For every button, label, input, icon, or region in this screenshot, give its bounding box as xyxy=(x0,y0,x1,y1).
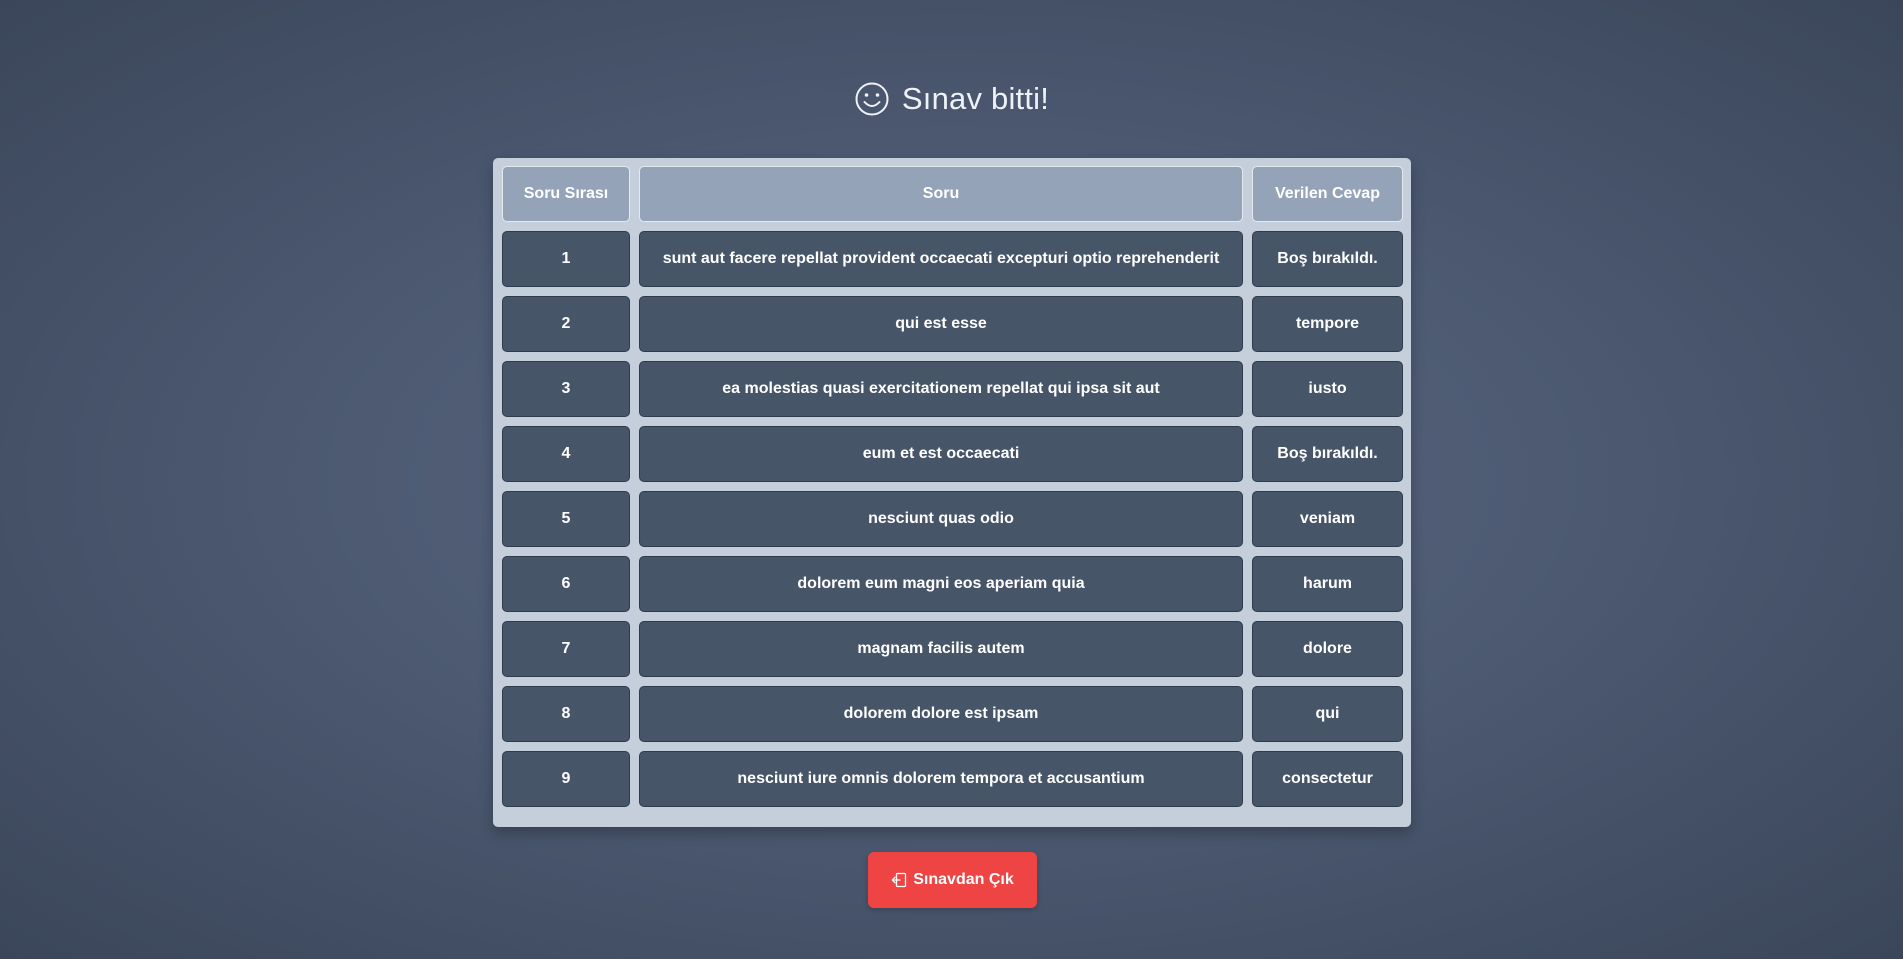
page-header: Sınav bitti! xyxy=(0,76,1903,122)
table-header-row: Soru Sırası Soru Verilen Cevap xyxy=(502,166,1403,222)
question-text-cell: dolorem eum magni eos aperiam quia xyxy=(639,556,1243,612)
given-answer-cell: Boş bırakıldı. xyxy=(1252,426,1403,482)
question-text-cell: nesciunt quas odio xyxy=(639,491,1243,547)
question-order-cell: 9 xyxy=(502,751,630,807)
given-answer-cell: tempore xyxy=(1252,296,1403,352)
logout-icon xyxy=(891,872,907,888)
given-answer-cell: iusto xyxy=(1252,361,1403,417)
column-header-question: Soru xyxy=(639,166,1243,222)
question-text-cell: sunt aut facere repellat provident occae… xyxy=(639,231,1243,287)
given-answer-cell: dolore xyxy=(1252,621,1403,677)
given-answer-cell: harum xyxy=(1252,556,1403,612)
table-row: 2 qui est esse tempore xyxy=(502,296,1403,352)
question-order-cell: 1 xyxy=(502,231,630,287)
question-order-cell: 3 xyxy=(502,361,630,417)
table-row: 1 sunt aut facere repellat provident occ… xyxy=(502,231,1403,287)
given-answer-cell: qui xyxy=(1252,686,1403,742)
question-text-cell: ea molestias quasi exercitationem repell… xyxy=(639,361,1243,417)
table-row: 9 nesciunt iure omnis dolorem tempora et… xyxy=(502,751,1403,807)
given-answer-cell: consectetur xyxy=(1252,751,1403,807)
question-order-cell: 4 xyxy=(502,426,630,482)
given-answer-cell: Boş bırakıldı. xyxy=(1252,231,1403,287)
table-row: 7 magnam facilis autem dolore xyxy=(502,621,1403,677)
exit-exam-button[interactable]: Sınavdan Çık xyxy=(868,852,1037,908)
table-row: 4 eum et est occaecati Boş bırakıldı. xyxy=(502,426,1403,482)
question-text-cell: qui est esse xyxy=(639,296,1243,352)
question-text-cell: nesciunt iure omnis dolorem tempora et a… xyxy=(639,751,1243,807)
table-row: 8 dolorem dolore est ipsam qui xyxy=(502,686,1403,742)
question-text-cell: magnam facilis autem xyxy=(639,621,1243,677)
table-row: 3 ea molestias quasi exercitationem repe… xyxy=(502,361,1403,417)
smile-icon xyxy=(854,81,890,117)
question-order-cell: 6 xyxy=(502,556,630,612)
results-table-container: Soru Sırası Soru Verilen Cevap 1 sunt au… xyxy=(493,158,1411,827)
exit-exam-button-label: Sınavdan Çık xyxy=(913,871,1014,888)
results-table: Soru Sırası Soru Verilen Cevap 1 sunt au… xyxy=(493,157,1412,816)
question-text-cell: eum et est occaecati xyxy=(639,426,1243,482)
column-header-given-answer: Verilen Cevap xyxy=(1252,166,1403,222)
column-header-question-order: Soru Sırası xyxy=(502,166,630,222)
given-answer-cell: veniam xyxy=(1252,491,1403,547)
question-order-cell: 5 xyxy=(502,491,630,547)
table-row: 5 nesciunt quas odio veniam xyxy=(502,491,1403,547)
question-order-cell: 2 xyxy=(502,296,630,352)
question-order-cell: 7 xyxy=(502,621,630,677)
question-text-cell: dolorem dolore est ipsam xyxy=(639,686,1243,742)
page-title: Sınav bitti! xyxy=(901,81,1050,116)
question-order-cell: 8 xyxy=(502,686,630,742)
table-row: 6 dolorem eum magni eos aperiam quia har… xyxy=(502,556,1403,612)
